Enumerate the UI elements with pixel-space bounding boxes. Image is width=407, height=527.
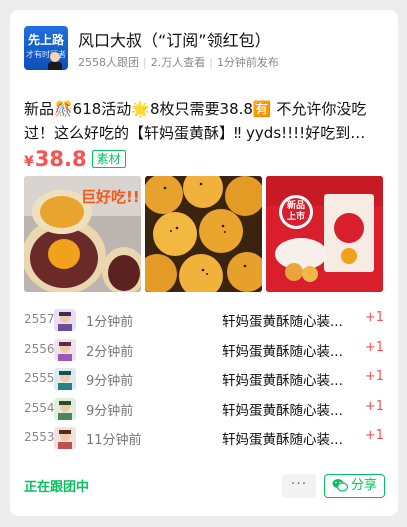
group-buy-card[interactable]: 先上路 才有时行者 风口大叔（“订阅”领红包） 2558人跟团 | 2.万人查看 | 1…: [10, 10, 398, 516]
order-seq: 2557: [24, 312, 55, 326]
avatar-figure-icon: [48, 52, 62, 70]
order-row[interactable]: 2557 1分钟前 轩妈蛋黄酥随心装... +1: [24, 306, 386, 336]
order-time: 1分钟前: [86, 315, 134, 330]
order-item: 轩妈蛋黄酥随心装...: [222, 402, 343, 419]
order-item: 轩妈蛋黄酥随心装...: [222, 314, 343, 330]
order-time: 11分钟前: [86, 433, 142, 448]
buyer-avatar: [54, 427, 76, 449]
order-row[interactable]: 2553 11分钟前 轩妈蛋黄酥随心装... +1: [24, 424, 386, 454]
following-status[interactable]: 正在跟团中: [24, 476, 89, 495]
order-row[interactable]: 2555 9分钟前 轩妈蛋黄酥随心装... +1: [24, 365, 386, 395]
image-mooncake-cross-section[interactable]: 巨好吃!!!: [24, 176, 141, 292]
order-qty: +1: [364, 398, 384, 414]
price: ¥38.8: [24, 147, 87, 171]
order-seq: 2556: [24, 341, 55, 356]
buyer-avatar: [54, 338, 76, 361]
order-time: 9分钟前: [86, 374, 134, 389]
meta-divider: |: [143, 56, 147, 69]
follower-count: 2558人跟团: [78, 56, 139, 69]
price-value: 38.8: [34, 147, 87, 171]
order-list: 2557 1分钟前 轩妈蛋黄酥随心装... +1 2556 2分钟前 轩妈蛋黄酥…: [24, 306, 386, 454]
order-row[interactable]: 2556 2分钟前 轩妈蛋黄酥随心装... +1: [24, 336, 386, 366]
image-caption: 巨好吃!!!: [81, 188, 141, 206]
order-time: 9分钟前: [86, 403, 134, 419]
card-footer: 正在跟团中 ··· 分享: [24, 471, 386, 501]
order-seq: 2555: [24, 371, 55, 385]
image-product-package[interactable]: 新品上市: [266, 176, 383, 292]
share-button[interactable]: 分享: [324, 474, 385, 498]
order-seq: 2553: [24, 430, 55, 444]
wechat-icon: [332, 479, 349, 492]
image-egg-yolk-pastries[interactable]: [145, 176, 262, 292]
account-name[interactable]: 风口大叔（“订阅”领红包）: [78, 27, 271, 51]
order-time: 2分钟前: [86, 344, 134, 360]
order-item: 轩妈蛋黄酥随心装...: [222, 343, 343, 360]
view-count: 2.万人查看: [150, 56, 206, 69]
buyer-avatar: [54, 368, 76, 390]
pastries-photo: [145, 176, 262, 292]
post-title[interactable]: 新品🎊618活动🌟8枚只需要38.8🈶 不允许你没吃过！这么好吃的【轩妈蛋黄酥】…: [24, 97, 386, 145]
order-item: 轩妈蛋黄酥随心装...: [222, 432, 343, 448]
package-photo: [266, 176, 383, 292]
buyer-avatar: [54, 309, 76, 331]
order-qty: +1: [364, 369, 384, 384]
currency-symbol: ¥: [24, 154, 34, 170]
order-qty: +1: [364, 428, 384, 443]
post-meta: 2558人跟团 | 2.万人查看 | 1分钟前发布: [78, 54, 279, 70]
order-qty: +1: [364, 339, 384, 355]
price-line: ¥38.8 素材: [24, 147, 126, 177]
more-button[interactable]: ···: [282, 474, 316, 498]
order-item: 轩妈蛋黄酥随心装...: [222, 373, 343, 389]
buyer-avatar: [54, 397, 76, 420]
account-avatar[interactable]: 先上路 才有时行者: [24, 26, 68, 70]
order-row[interactable]: 2554 9分钟前 轩妈蛋黄酥随心装... +1: [24, 395, 386, 425]
package-badge: 新品上市: [286, 201, 305, 222]
material-tag[interactable]: 素材: [91, 150, 126, 168]
image-gallery: 巨好吃!!! 新品上市: [24, 176, 384, 292]
card-header: 先上路 才有时行者 风口大叔（“订阅”领红包） 2558人跟团 | 2.万人查看 | 1…: [24, 25, 384, 75]
post-time: 1分钟前发布: [216, 56, 279, 69]
order-seq: 2554: [24, 400, 55, 415]
meta-divider: |: [209, 56, 213, 69]
order-qty: +1: [364, 310, 384, 325]
share-label: 分享: [350, 478, 377, 493]
